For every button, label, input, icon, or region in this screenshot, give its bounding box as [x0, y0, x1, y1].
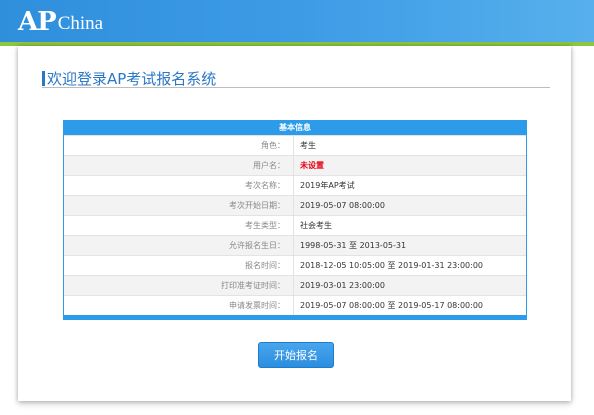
basic-info-heading: 基本信息 [64, 121, 526, 135]
info-value: 2019-05-07 08:00:00 至 2019-05-17 08:00:0… [300, 301, 484, 310]
info-value: 2019年AP考试 [300, 181, 355, 190]
info-row-birthday-range: 允许报名生日： 1998-05-31 至 2013-05-31 [64, 235, 526, 255]
info-rows: 角色： 考生 用户名： 未设置 考次名称： 2019年AP考试 考次开始日期： … [64, 135, 526, 315]
title-divider [42, 87, 550, 88]
ap-china-logo[interactable]: AP China [18, 6, 103, 36]
info-row-candidate-type: 考生类型： 社会考生 [64, 215, 526, 235]
info-label: 打印准考证时间： [64, 276, 294, 295]
info-value: 考生 [300, 141, 316, 150]
info-row-print-ticket-time: 打印准考证时间： 2019-03-01 23:00:00 [64, 275, 526, 295]
info-value: 2019-03-01 23:00:00 [300, 281, 385, 290]
page-title-text: 欢迎登录AP考试报名系统 [47, 69, 217, 88]
info-row-invoice-time: 申请发票时间： 2019-05-07 08:00:00 至 2019-05-17… [64, 295, 526, 315]
title-marker [42, 70, 45, 86]
start-registration-button[interactable]: 开始报名 [258, 342, 334, 368]
info-label: 用户名： [64, 156, 294, 175]
top-header-bar: AP China [0, 0, 594, 42]
info-row-registration-time: 报名时间： 2018-12-05 10:05:00 至 2019-01-31 2… [64, 255, 526, 275]
info-label: 报名时间： [64, 256, 294, 275]
info-value: 2019-05-07 08:00:00 [300, 201, 385, 210]
info-value: 未设置 [300, 161, 324, 170]
info-row-role: 角色： 考生 [64, 135, 526, 155]
logo-ap-text: AP [18, 7, 57, 37]
info-label: 考生类型： [64, 216, 294, 235]
info-label: 申请发票时间： [64, 296, 294, 315]
basic-info-footer-bar [64, 315, 526, 319]
basic-info-table: 基本信息 角色： 考生 用户名： 未设置 考次名称： 2019年AP考试 考次开… [63, 120, 527, 320]
info-row-username: 用户名： 未设置 [64, 155, 526, 175]
info-row-exam-name: 考次名称： 2019年AP考试 [64, 175, 526, 195]
logo-china-text: China [57, 13, 104, 34]
info-label: 允许报名生日： [64, 236, 294, 255]
info-label: 考次开始日期： [64, 196, 294, 215]
info-label: 角色： [64, 136, 294, 155]
page-title: 欢迎登录AP考试报名系统 [42, 68, 216, 88]
info-value: 社会考生 [300, 221, 332, 230]
info-label: 考次名称： [64, 176, 294, 195]
info-value: 1998-05-31 至 2013-05-31 [300, 241, 407, 250]
info-row-exam-start: 考次开始日期： 2019-05-07 08:00:00 [64, 195, 526, 215]
info-value: 2018-12-05 10:05:00 至 2019-01-31 23:00:0… [300, 261, 484, 270]
main-panel: 欢迎登录AP考试报名系统 基本信息 角色： 考生 用户名： 未设置 考次名称： … [18, 46, 571, 401]
